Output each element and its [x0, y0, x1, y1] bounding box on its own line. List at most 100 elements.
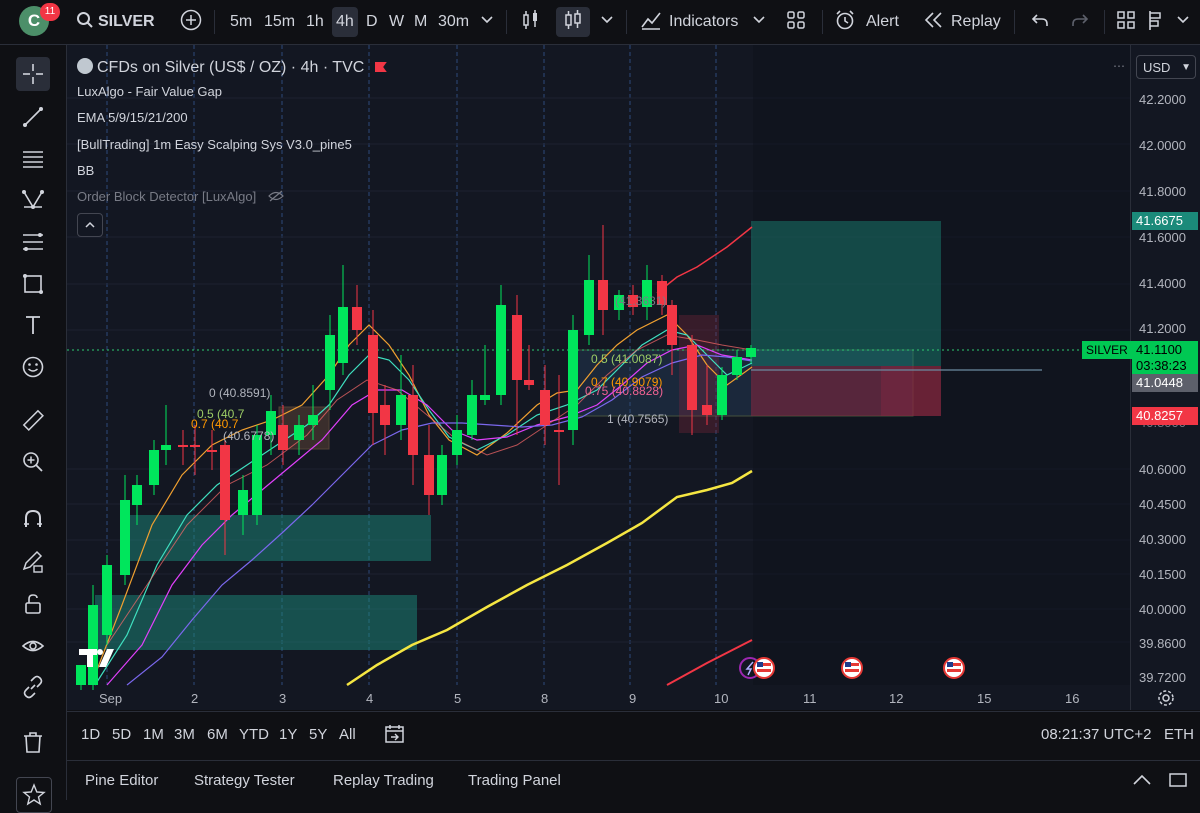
collapse-legend-chevron-up-icon[interactable] [77, 213, 103, 237]
fib-retracement-icon[interactable] [16, 225, 50, 259]
eye-icon[interactable] [16, 629, 50, 663]
lock-icon[interactable] [16, 587, 50, 621]
time-scale[interactable]: Sep 2 3 4 5 8 9 10 11 12 15 16 [67, 686, 1130, 710]
range-1y[interactable]: 1Y [279, 726, 297, 743]
favorites-star-icon[interactable] [16, 777, 52, 813]
alert-button[interactable]: Alert [866, 7, 899, 37]
chevron-up-icon[interactable] [1131, 771, 1153, 793]
range-3m[interactable]: 3M [174, 726, 195, 743]
candle-body [554, 430, 564, 432]
go-to-date-calendar-icon[interactable] [383, 723, 407, 749]
redo-icon[interactable] [1070, 7, 1090, 37]
chevron-down-icon[interactable] [752, 7, 766, 37]
interval-m[interactable]: M [410, 7, 431, 37]
eye-hidden-icon[interactable] [267, 189, 284, 204]
range-all[interactable]: All [339, 726, 356, 743]
price-tick: 39.8600 [1139, 636, 1186, 651]
compare-plus-icon[interactable] [180, 7, 202, 37]
indicator-legend-bulltrading[interactable]: [BullTrading] 1m Easy Scalping Sys V3.0_… [77, 137, 352, 152]
tab-trading-panel[interactable]: Trading Panel [468, 772, 561, 789]
candle-body [452, 430, 462, 455]
candle-body [480, 395, 490, 400]
tab-strategy-tester[interactable]: Strategy Tester [194, 772, 295, 789]
indicator-legend-ema[interactable]: EMA 5/9/15/21/200 [77, 110, 188, 125]
candle-body [424, 455, 434, 495]
interval-1h[interactable]: 1h [302, 7, 328, 37]
indicator-legend-order-block[interactable]: Order Block Detector [LuxAlgo] [77, 189, 284, 204]
tab-pine-editor[interactable]: Pine Editor [85, 772, 158, 789]
fib-level-label: 0.5 (41.0087) [591, 352, 663, 366]
range-1d[interactable]: 1D [81, 726, 100, 743]
session-eth[interactable]: ETH [1164, 726, 1194, 743]
currency-select[interactable]: USD ▼ [1136, 55, 1196, 79]
chart-pane[interactable]: CFDs on Silver (US$ / OZ) · 4h · TVC Lux… [67, 45, 1130, 710]
range-ytd[interactable]: YTD [239, 726, 269, 743]
maximize-panel-icon[interactable] [1167, 771, 1189, 793]
candles-icon[interactable] [556, 7, 590, 37]
emoji-icon[interactable] [16, 350, 50, 384]
trash-icon[interactable] [16, 725, 50, 759]
clock-timezone[interactable]: 08:21:37 UTC+2 [1041, 726, 1152, 743]
chart-title[interactable]: CFDs on Silver (US$ / OZ) · 4h · TVC [77, 58, 387, 77]
replay-icon[interactable] [922, 7, 944, 37]
indicators-button[interactable]: Indicators [669, 7, 738, 37]
candle-body [732, 357, 742, 375]
trend-line-icon[interactable] [16, 100, 50, 134]
us-flag-event-icon[interactable] [841, 657, 863, 679]
bar-countdown: 03:38:23 [1136, 358, 1187, 373]
range-5d[interactable]: 5D [112, 726, 131, 743]
link-icon[interactable] [16, 670, 50, 704]
ruler-icon[interactable] [16, 403, 50, 437]
range-1m[interactable]: 1M [143, 726, 164, 743]
interval-d[interactable]: D [362, 7, 382, 37]
chevron-down-icon[interactable] [600, 7, 614, 37]
indicators-icon[interactable] [640, 7, 662, 37]
chart-settings-gear-icon[interactable] [1157, 689, 1175, 712]
rectangle-icon[interactable] [16, 267, 50, 301]
candle-body [190, 445, 200, 447]
last-price-tag: 41.1100 03:38:23 [1132, 341, 1198, 375]
range-5y[interactable]: 5Y [309, 726, 327, 743]
candle-body [120, 500, 130, 575]
interval-15m[interactable]: 15m [260, 7, 299, 37]
crosshair-icon[interactable] [16, 57, 50, 91]
chevron-down-icon[interactable] [1176, 7, 1190, 37]
price-tick: 40.4500 [1139, 497, 1186, 512]
long-position-stop-zone [881, 366, 941, 416]
us-flag-event-icon[interactable] [753, 657, 775, 679]
zoom-in-icon[interactable] [16, 445, 50, 479]
interval-4h[interactable]: 4h [332, 7, 358, 37]
chevron-down-icon[interactable] [480, 7, 494, 37]
candle-body [467, 395, 477, 435]
replay-button[interactable]: Replay [951, 7, 1001, 37]
search-icon[interactable] [76, 7, 94, 37]
price-scale[interactable]: USD ▼ 42.2000 42.0000 41.8000 41.6000 41.… [1130, 45, 1200, 710]
draw-lock-pencil-icon[interactable] [16, 545, 50, 579]
flags-icon[interactable] [1146, 7, 1166, 37]
us-flag-event-icon[interactable] [943, 657, 965, 679]
undo-icon[interactable] [1030, 7, 1050, 37]
layouts-grid-icon[interactable] [786, 7, 806, 37]
pattern-tool-icon[interactable] [16, 183, 50, 217]
bar-style-icon[interactable] [520, 7, 542, 37]
indicator-legend-fvg[interactable]: LuxAlgo - Fair Value Gap [77, 84, 222, 99]
alarm-clock-icon[interactable] [834, 7, 856, 37]
interval-5m[interactable]: 5m [226, 7, 256, 37]
indicator-legend-bb[interactable]: BB [77, 163, 94, 178]
order-block-zone[interactable] [125, 515, 431, 561]
symbol-search[interactable]: SILVER [98, 7, 155, 37]
time-tick: 2 [191, 691, 199, 706]
time-tick: 4 [366, 691, 374, 706]
more-options-icon[interactable]: ⋯ [1113, 59, 1125, 73]
range-6m[interactable]: 6M [207, 726, 228, 743]
candle-body [338, 307, 348, 363]
candle-body [687, 345, 697, 410]
layout-grid-icon[interactable] [1116, 7, 1136, 37]
horizontal-lines-icon[interactable] [16, 142, 50, 176]
tab-replay-trading[interactable]: Replay Trading [333, 772, 434, 789]
interval-w[interactable]: W [385, 7, 408, 37]
long-position-target-zone[interactable] [751, 221, 941, 366]
text-tool-icon[interactable] [16, 308, 50, 342]
magnet-icon[interactable] [16, 503, 50, 537]
interval-30m[interactable]: 30m [434, 7, 473, 37]
